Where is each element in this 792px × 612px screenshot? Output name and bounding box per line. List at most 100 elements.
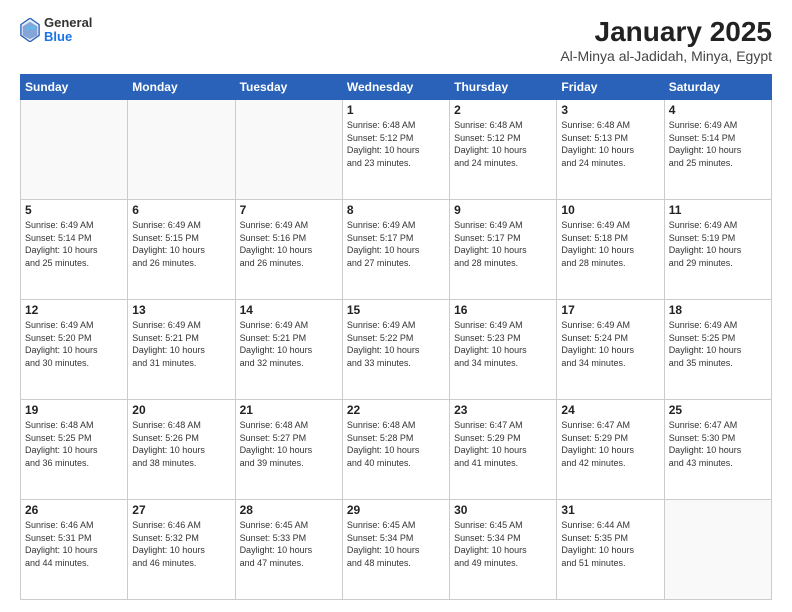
calendar-cell-w5-d1: 26Sunrise: 6:46 AM Sunset: 5:31 PM Dayli… — [21, 500, 128, 600]
header-friday: Friday — [557, 75, 664, 100]
day-number: 4 — [669, 103, 767, 117]
calendar-week-1: 1Sunrise: 6:48 AM Sunset: 5:12 PM Daylig… — [21, 100, 772, 200]
day-number: 10 — [561, 203, 659, 217]
logo-line2: Blue — [44, 30, 92, 44]
day-number: 7 — [240, 203, 338, 217]
calendar-cell-w1-d7: 4 Sunrise: 6:49 AM Sunset: 5:14 PM Daylig… — [664, 100, 771, 200]
day-info: Sunrise: 6:48 AM Sunset: 5:27 PM Dayligh… — [240, 419, 338, 469]
calendar-cell-w4-d5: 23Sunrise: 6:47 AM Sunset: 5:29 PM Dayli… — [450, 400, 557, 500]
header-monday: Monday — [128, 75, 235, 100]
day-number: 31 — [561, 503, 659, 517]
day-info: Sunrise: 6:45 AM Sunset: 5:34 PM Dayligh… — [454, 519, 552, 569]
day-info: Sunrise: 6:47 AM Sunset: 5:29 PM Dayligh… — [454, 419, 552, 469]
day-number: 5 — [25, 203, 123, 217]
day-info: Sunrise: 6:48 AM Sunset: 5:26 PM Dayligh… — [132, 419, 230, 469]
calendar-cell-w2-d2: 6 Sunrise: 6:49 AM Sunset: 5:15 PM Daylig… — [128, 200, 235, 300]
calendar-subtitle: Al-Minya al-Jadidah, Minya, Egypt — [560, 48, 772, 64]
calendar-cell-w2-d4: 8Sunrise: 6:49 AM Sunset: 5:17 PM Daylig… — [342, 200, 449, 300]
day-info: Sunrise: 6:49 AM Sunset: 5:20 PM Dayligh… — [25, 319, 123, 369]
day-number: 29 — [347, 503, 445, 517]
logo-text: General Blue — [44, 16, 92, 45]
calendar-cell-w4-d1: 19 Sunrise: 6:48 AM Sunset: 5:25 PM Dayli… — [21, 400, 128, 500]
header-sunday: Sunday — [21, 75, 128, 100]
calendar-cell-w5-d4: 29 Sunrise: 6:45 AM Sunset: 5:34 PM Dayli… — [342, 500, 449, 600]
day-number: 20 — [132, 403, 230, 417]
day-info: Sunrise: 6:49 AM Sunset: 5:23 PM Dayligh… — [454, 319, 552, 369]
header-saturday: Saturday — [664, 75, 771, 100]
day-number: 16 — [454, 303, 552, 317]
header: General Blue January 2025 Al-Minya al-Ja… — [20, 16, 772, 64]
day-number: 18 — [669, 303, 767, 317]
calendar-cell-w1-d5: 2 Sunrise: 6:48 AM Sunset: 5:12 PM Daylig… — [450, 100, 557, 200]
calendar-cell-w5-d7 — [664, 500, 771, 600]
day-info: Sunrise: 6:48 AM Sunset: 5:28 PM Dayligh… — [347, 419, 445, 469]
calendar-cell-w1-d4: 1Sunrise: 6:48 AM Sunset: 5:12 PM Daylig… — [342, 100, 449, 200]
calendar-cell-w3-d2: 13Sunrise: 6:49 AM Sunset: 5:21 PM Dayli… — [128, 300, 235, 400]
logo-line1: General — [44, 16, 92, 30]
day-number: 22 — [347, 403, 445, 417]
day-number: 14 — [240, 303, 338, 317]
day-number: 13 — [132, 303, 230, 317]
day-info: Sunrise: 6:47 AM Sunset: 5:30 PM Dayligh… — [669, 419, 767, 469]
day-number: 17 — [561, 303, 659, 317]
day-info: Sunrise: 6:49 AM Sunset: 5:25 PM Dayligh… — [669, 319, 767, 369]
day-number: 12 — [25, 303, 123, 317]
day-number: 30 — [454, 503, 552, 517]
calendar-cell-w3-d6: 17 Sunrise: 6:49 AM Sunset: 5:24 PM Dayli… — [557, 300, 664, 400]
logo: General Blue — [20, 16, 92, 45]
calendar-cell-w3-d5: 16 Sunrise: 6:49 AM Sunset: 5:23 PM Dayli… — [450, 300, 557, 400]
day-info: Sunrise: 6:44 AM Sunset: 5:35 PM Dayligh… — [561, 519, 659, 569]
day-number: 15 — [347, 303, 445, 317]
day-info: Sunrise: 6:45 AM Sunset: 5:34 PM Dayligh… — [347, 519, 445, 569]
day-info: Sunrise: 6:48 AM Sunset: 5:12 PM Dayligh… — [347, 119, 445, 169]
calendar-header-row: Sunday Monday Tuesday Wednesday Thursday… — [21, 75, 772, 100]
calendar-cell-w5-d3: 28 Sunrise: 6:45 AM Sunset: 5:33 PM Dayli… — [235, 500, 342, 600]
calendar-cell-w2-d7: 11 Sunrise: 6:49 AM Sunset: 5:19 PM Dayli… — [664, 200, 771, 300]
day-info: Sunrise: 6:49 AM Sunset: 5:18 PM Dayligh… — [561, 219, 659, 269]
calendar-cell-w3-d4: 15Sunrise: 6:49 AM Sunset: 5:22 PM Dayli… — [342, 300, 449, 400]
calendar-cell-w3-d7: 18 Sunrise: 6:49 AM Sunset: 5:25 PM Dayli… — [664, 300, 771, 400]
logo-icon — [20, 18, 40, 42]
title-block: January 2025 Al-Minya al-Jadidah, Minya,… — [560, 16, 772, 64]
day-number: 25 — [669, 403, 767, 417]
day-info: Sunrise: 6:49 AM Sunset: 5:19 PM Dayligh… — [669, 219, 767, 269]
calendar-cell-w4-d2: 20 Sunrise: 6:48 AM Sunset: 5:26 PM Dayli… — [128, 400, 235, 500]
calendar-cell-w4-d6: 24Sunrise: 6:47 AM Sunset: 5:29 PM Dayli… — [557, 400, 664, 500]
day-info: Sunrise: 6:49 AM Sunset: 5:14 PM Dayligh… — [669, 119, 767, 169]
day-info: Sunrise: 6:48 AM Sunset: 5:25 PM Dayligh… — [25, 419, 123, 469]
calendar-table: Sunday Monday Tuesday Wednesday Thursday… — [20, 74, 772, 600]
calendar-cell-w4-d4: 22 Sunrise: 6:48 AM Sunset: 5:28 PM Dayli… — [342, 400, 449, 500]
calendar-cell-w2-d5: 9 Sunrise: 6:49 AM Sunset: 5:17 PM Daylig… — [450, 200, 557, 300]
day-info: Sunrise: 6:46 AM Sunset: 5:32 PM Dayligh… — [132, 519, 230, 569]
calendar-cell-w1-d6: 3 Sunrise: 6:48 AM Sunset: 5:13 PM Daylig… — [557, 100, 664, 200]
day-number: 9 — [454, 203, 552, 217]
day-info: Sunrise: 6:49 AM Sunset: 5:17 PM Dayligh… — [454, 219, 552, 269]
day-number: 26 — [25, 503, 123, 517]
day-number: 28 — [240, 503, 338, 517]
calendar-cell-w1-d3 — [235, 100, 342, 200]
calendar-cell-w2-d1: 5 Sunrise: 6:49 AM Sunset: 5:14 PM Daylig… — [21, 200, 128, 300]
calendar-week-4: 19 Sunrise: 6:48 AM Sunset: 5:25 PM Dayli… — [21, 400, 772, 500]
day-number: 19 — [25, 403, 123, 417]
calendar-cell-w4-d7: 25 Sunrise: 6:47 AM Sunset: 5:30 PM Dayli… — [664, 400, 771, 500]
day-number: 11 — [669, 203, 767, 217]
calendar-week-5: 26Sunrise: 6:46 AM Sunset: 5:31 PM Dayli… — [21, 500, 772, 600]
day-number: 3 — [561, 103, 659, 117]
day-info: Sunrise: 6:49 AM Sunset: 5:24 PM Dayligh… — [561, 319, 659, 369]
page: General Blue January 2025 Al-Minya al-Ja… — [0, 0, 792, 612]
day-number: 6 — [132, 203, 230, 217]
day-info: Sunrise: 6:49 AM Sunset: 5:14 PM Dayligh… — [25, 219, 123, 269]
day-info: Sunrise: 6:49 AM Sunset: 5:21 PM Dayligh… — [240, 319, 338, 369]
header-thursday: Thursday — [450, 75, 557, 100]
calendar-cell-w3-d1: 12 Sunrise: 6:49 AM Sunset: 5:20 PM Dayli… — [21, 300, 128, 400]
calendar-cell-w3-d3: 14 Sunrise: 6:49 AM Sunset: 5:21 PM Dayli… — [235, 300, 342, 400]
day-info: Sunrise: 6:49 AM Sunset: 5:15 PM Dayligh… — [132, 219, 230, 269]
calendar-cell-w5-d5: 30 Sunrise: 6:45 AM Sunset: 5:34 PM Dayli… — [450, 500, 557, 600]
day-info: Sunrise: 6:48 AM Sunset: 5:12 PM Dayligh… — [454, 119, 552, 169]
day-number: 2 — [454, 103, 552, 117]
day-info: Sunrise: 6:45 AM Sunset: 5:33 PM Dayligh… — [240, 519, 338, 569]
day-number: 27 — [132, 503, 230, 517]
calendar-cell-w1-d1 — [21, 100, 128, 200]
day-info: Sunrise: 6:48 AM Sunset: 5:13 PM Dayligh… — [561, 119, 659, 169]
day-info: Sunrise: 6:49 AM Sunset: 5:17 PM Dayligh… — [347, 219, 445, 269]
